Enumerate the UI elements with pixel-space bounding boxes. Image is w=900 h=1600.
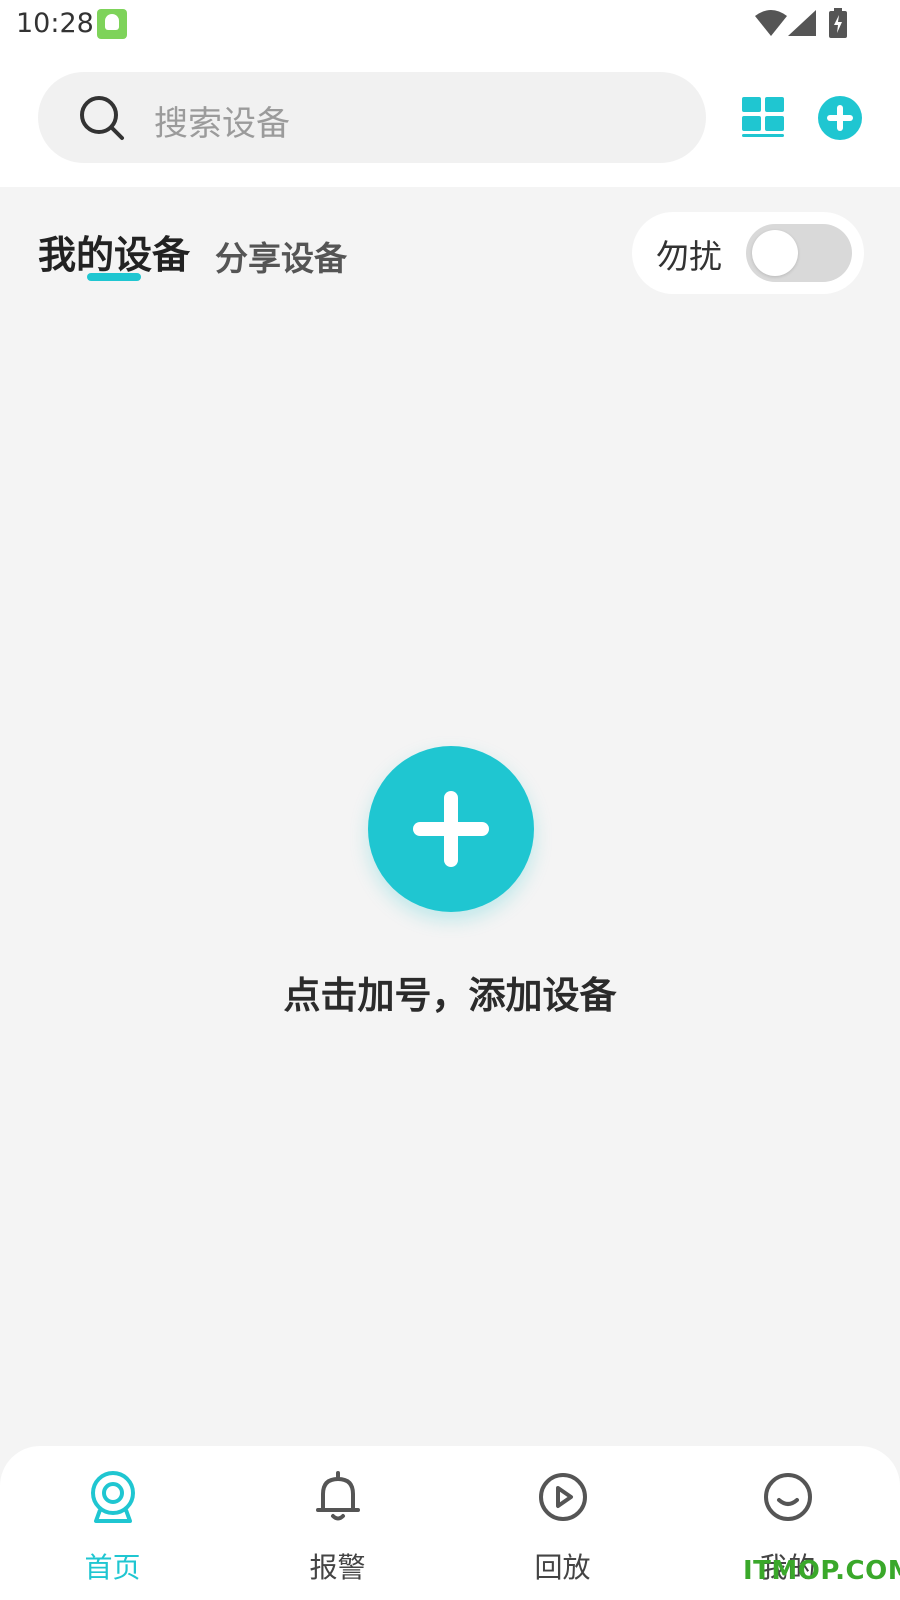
- add-device-button[interactable]: [818, 96, 862, 140]
- battery-icon: [829, 8, 847, 38]
- nav-item-alarm[interactable]: 报警: [225, 1446, 450, 1600]
- watermark: ITMOP.COM: [743, 1556, 900, 1586]
- bell-icon: [316, 1471, 360, 1521]
- do-not-disturb-toggle[interactable]: [746, 224, 852, 282]
- add-device-large-button[interactable]: [368, 746, 534, 912]
- empty-state-hint: 点击加号，添加设备: [283, 974, 617, 1017]
- nav-label-home: 首页: [84, 1551, 141, 1584]
- wifi-icon: [755, 10, 787, 36]
- do-not-disturb-label: 勿扰: [656, 237, 722, 276]
- signal-icon: [788, 10, 816, 36]
- smile-icon: [764, 1473, 812, 1521]
- tab-my-devices[interactable]: 我的设备: [38, 224, 190, 279]
- camera-icon: [91, 1471, 135, 1523]
- play-circle-icon: [539, 1473, 587, 1521]
- top-bar: 10:28 搜索设备: [0, 0, 900, 187]
- search-placeholder: 搜索设备: [154, 104, 290, 144]
- nav-label-alarm: 报警: [309, 1551, 366, 1584]
- search-icon: [80, 96, 124, 140]
- status-time: 10:28: [16, 8, 94, 39]
- do-not-disturb-card: 勿扰: [632, 212, 864, 294]
- grid-view-button[interactable]: [742, 97, 784, 137]
- tab-shared-devices[interactable]: 分享设备: [215, 232, 347, 280]
- nav-item-playback[interactable]: 回放: [450, 1446, 675, 1600]
- app-notification-icon: [97, 9, 127, 39]
- nav-label-playback: 回放: [534, 1551, 591, 1584]
- tab-indicator: [87, 273, 141, 281]
- nav-item-home[interactable]: 首页: [0, 1446, 225, 1600]
- status-bar: 10:28: [0, 0, 900, 50]
- search-input[interactable]: 搜索设备: [38, 72, 706, 163]
- toggle-knob: [752, 230, 798, 276]
- plus-icon: [413, 791, 489, 867]
